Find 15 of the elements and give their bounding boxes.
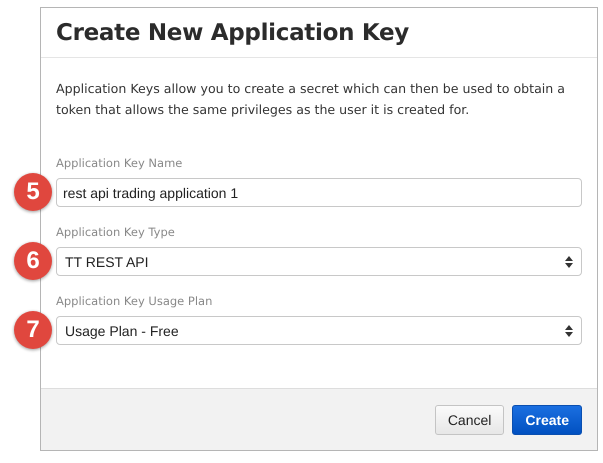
select-field[interactable]: Usage Plan - Free: [56, 316, 582, 345]
field-label: Application Key Type: [56, 225, 176, 239]
dialog-title: Create New Application Key: [56, 20, 409, 46]
step-badge: 7: [14, 311, 52, 349]
field-label: Application Key Name: [56, 156, 184, 170]
updown-icon: [565, 256, 573, 268]
description-text: Application Keys allow you to create a secret which can then be used to obtain a token that allows the same privileges as the user it is created for.: [56, 80, 566, 119]
select-field[interactable]: TT REST API: [56, 247, 582, 276]
updown-icon: [565, 324, 573, 336]
field-label: Application Key Usage Plan: [56, 294, 214, 308]
create-button[interactable]: Create: [512, 404, 582, 434]
cancel-button[interactable]: Cancel: [434, 404, 504, 434]
step-badge: 5: [14, 173, 52, 211]
input-field[interactable]: rest api trading application 1: [56, 178, 582, 207]
step-badge: 6: [14, 242, 52, 280]
